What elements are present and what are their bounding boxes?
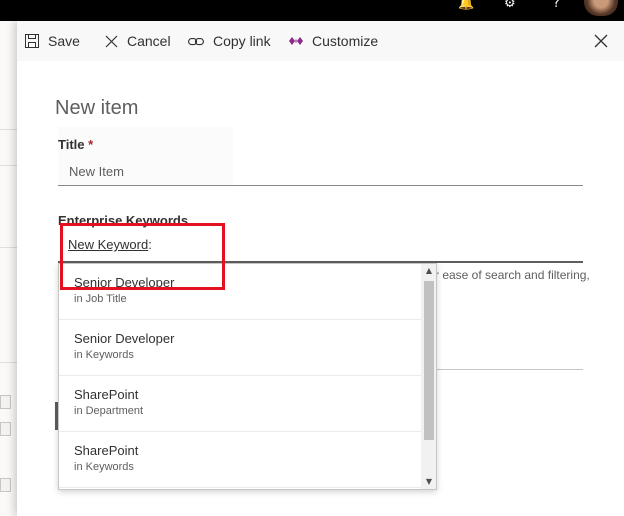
suggestion-source: in Keywords [74, 461, 134, 473]
cancel-icon [105, 35, 118, 47]
customize-label: Customize [312, 33, 379, 49]
suggestion-source: in Department [74, 405, 144, 417]
avatar[interactable] [584, 0, 618, 16]
suggestion-source: in Job Title [74, 293, 127, 305]
command-bar: Save Cancel Copy link Customize [17, 21, 624, 61]
copy-link-label: Copy link [213, 33, 271, 49]
suggestion-item[interactable]: SharePoint in Department [59, 376, 421, 432]
gear-icon[interactable]: ⚙ [504, 0, 516, 11]
customize-button[interactable]: Customize [289, 21, 378, 61]
suite-bar: 🔔 ⚙ ? [0, 0, 624, 21]
page-title: New item [55, 97, 139, 119]
cancel-button[interactable]: Cancel [105, 21, 171, 61]
suggestion-item[interactable]: Senior Developer in Keywords [59, 320, 421, 376]
thumbnail-icon [0, 422, 11, 436]
help-icon[interactable]: ? [553, 0, 560, 11]
scroll-down-icon[interactable]: ▼ [424, 477, 434, 487]
customize-icon [289, 37, 303, 45]
keywords-description: r ease of search and filtering, [435, 268, 590, 282]
thumbnail-icon [0, 478, 11, 492]
copy-link-button[interactable]: Copy link [188, 21, 271, 61]
close-icon[interactable] [592, 32, 610, 50]
suggestion-term: SharePoint [74, 387, 139, 402]
suggestion-item[interactable]: SharePoint in Keywords [59, 432, 421, 488]
notification-icon[interactable]: 🔔 [458, 0, 474, 11]
scroll-up-icon[interactable]: ▲ [424, 266, 434, 276]
new-item-panel: Save Cancel Copy link Customize New item… [17, 21, 624, 516]
save-label: Save [48, 33, 80, 49]
suggestion-term: SharePoint [74, 443, 139, 458]
suggestion-term: Senior Developer [74, 331, 175, 346]
keyword-suggestions: Senior Developer in Job Title Senior Dev… [58, 263, 437, 490]
highlight-box [60, 223, 225, 290]
link-icon [188, 37, 204, 45]
title-placeholder: New Item [69, 164, 124, 179]
required-mark: * [88, 137, 94, 152]
cancel-label: Cancel [127, 33, 171, 49]
save-icon [25, 34, 39, 48]
title-input[interactable]: New Item [58, 161, 583, 186]
field-divider [435, 369, 583, 370]
suggestion-source: in Keywords [74, 349, 134, 361]
scrollbar-thumb[interactable] [424, 281, 434, 440]
save-button[interactable]: Save [25, 21, 80, 61]
thumbnail-icon [0, 395, 11, 409]
title-label-text: Title [58, 137, 85, 152]
title-label: Title * [58, 137, 93, 152]
